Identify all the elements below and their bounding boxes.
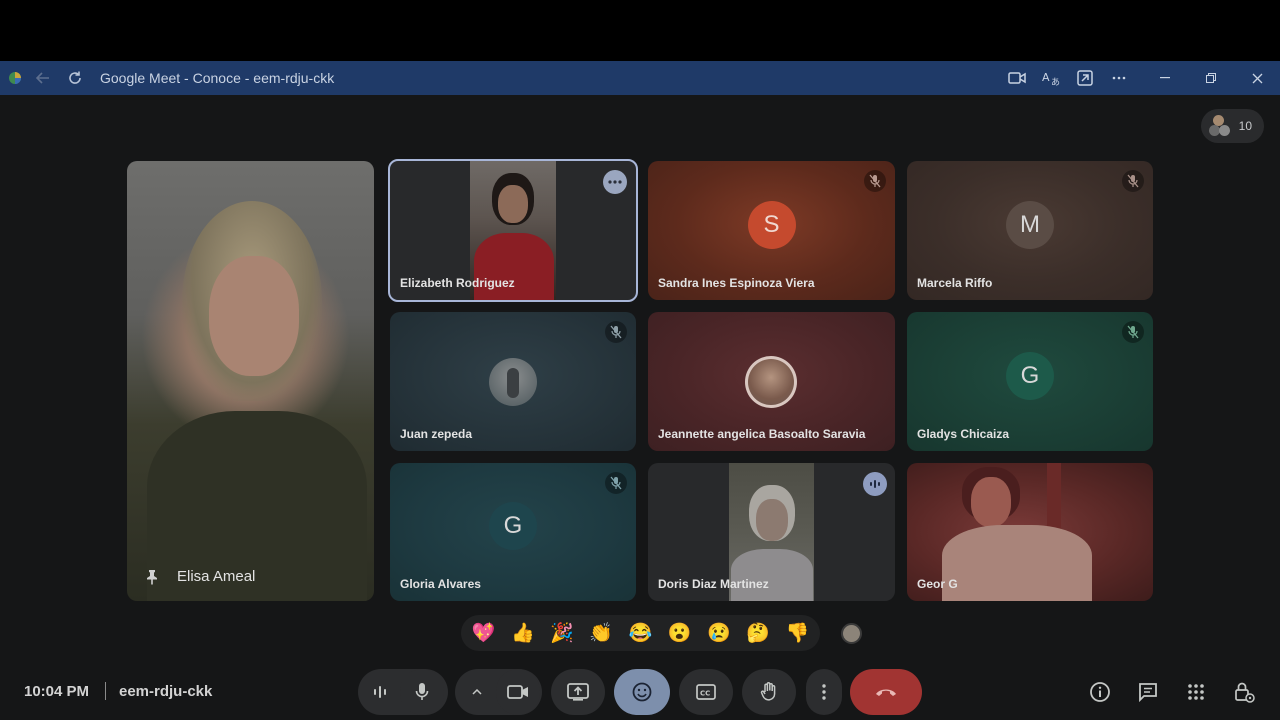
reaction-party[interactable]: 🎉	[545, 618, 578, 648]
camera-button[interactable]	[496, 669, 540, 715]
mic-off-icon	[864, 170, 886, 192]
participant-tile[interactable]: Elizabeth Rodriguez	[388, 159, 638, 302]
reaction-thinking[interactable]: 🤔	[742, 618, 775, 648]
participants-chip[interactable]: 10	[1200, 109, 1264, 143]
back-icon[interactable]	[34, 69, 52, 87]
more-options-button[interactable]	[806, 669, 842, 715]
host-controls-icon[interactable]	[1227, 675, 1261, 709]
titlebar-actions: Aあ	[1000, 61, 1280, 95]
top-letterbox	[0, 0, 1280, 61]
participant-tile[interactable]: Juan zepeda	[390, 312, 636, 451]
svg-text:A: A	[1042, 71, 1050, 84]
translate-icon[interactable]: Aあ	[1042, 69, 1060, 87]
participant-name: Doris Diaz Martinez	[658, 577, 769, 591]
participant-avatar: S	[747, 200, 796, 249]
reaction-thumbs-up[interactable]: 👍	[506, 618, 539, 648]
meeting-details-icon[interactable]	[1083, 675, 1117, 709]
participant-tile[interactable]: Jeannette angelica Basoalto Saravia	[648, 312, 895, 451]
app-icon	[6, 69, 24, 87]
meeting-code: eem-rdju-ckk	[119, 683, 213, 700]
close-button[interactable]	[1234, 61, 1280, 95]
pin-icon[interactable]	[145, 569, 159, 585]
refresh-icon[interactable]	[66, 69, 84, 87]
participant-tile[interactable]: G Gladys Chicaiza	[907, 312, 1153, 451]
participant-name: Juan zepeda	[400, 427, 473, 441]
participant-name: Geor G	[917, 577, 958, 591]
meeting-clock: 10:04 PM	[24, 683, 90, 700]
skin-tone-selector[interactable]	[841, 623, 862, 644]
participant-tile[interactable]: Geor G	[907, 463, 1153, 601]
reaction-heart[interactable]: 💖	[467, 618, 500, 648]
participant-tile[interactable]: Doris Diaz Martinez	[648, 463, 895, 601]
window-title: Google Meet - Conoce - eem-rdju-ckk	[100, 70, 335, 86]
participant-avatar: M	[1006, 200, 1054, 249]
participant-name: Elisa Ameal	[177, 568, 256, 585]
divider	[105, 682, 106, 700]
participant-name: Elizabeth Rodriguez	[400, 276, 515, 290]
screen-cast-icon[interactable]	[1076, 69, 1094, 87]
mic-off-icon	[605, 472, 627, 494]
bottom-control-bar: 10:04 PM eem-rdju-ckk CC	[0, 665, 1280, 720]
more-icon[interactable]	[1110, 69, 1128, 87]
minimize-button[interactable]	[1142, 61, 1188, 95]
audio-active-icon	[863, 472, 887, 496]
reaction-surprised[interactable]: 😮	[663, 618, 696, 648]
participant-count: 10	[1238, 119, 1252, 133]
more-options-icon[interactable]	[603, 170, 627, 194]
participant-avatar	[745, 356, 797, 408]
reaction-bar: 💖 👍 🎉 👏 😂 😮 😢 🤔 👎	[461, 615, 820, 651]
svg-text:CC: CC	[700, 690, 710, 698]
reaction-sad[interactable]: 😢	[702, 618, 735, 648]
reaction-thumbs-down[interactable]: 👎	[781, 618, 814, 648]
participant-avatar: G	[489, 502, 537, 551]
participant-name: Jeannette angelica Basoalto Saravia	[658, 427, 866, 441]
audio-options-button[interactable]	[362, 669, 398, 715]
participant-name: Gloria Alvares	[400, 577, 481, 591]
participant-name: Sandra Ines Espinoza Viera	[658, 276, 815, 290]
window-titlebar: Google Meet - Conoce - eem-rdju-ckk Aあ	[0, 61, 1280, 95]
camera-icon[interactable]	[1008, 69, 1026, 87]
meeting-stage: 10 Elisa Ameal Elizabeth Rodriguez S San…	[0, 95, 1280, 720]
mic-off-icon	[1122, 321, 1144, 343]
participant-tile[interactable]: M Marcela Riffo	[907, 161, 1153, 300]
participant-tile[interactable]: G Gloria Alvares	[390, 463, 636, 601]
participant-avatars-icon	[1208, 115, 1231, 137]
video-options-button[interactable]	[460, 669, 494, 715]
emoji-reactions-button[interactable]	[614, 669, 670, 715]
captions-button[interactable]: CC	[679, 669, 733, 715]
mic-off-icon	[605, 321, 627, 343]
microphone-button[interactable]	[400, 669, 444, 715]
chat-icon[interactable]	[1131, 675, 1165, 709]
participant-avatar: G	[1006, 351, 1054, 400]
activities-icon[interactable]	[1179, 675, 1213, 709]
present-screen-button[interactable]	[551, 669, 605, 715]
main-participant-tile[interactable]: Elisa Ameal	[127, 161, 374, 601]
mic-off-icon	[1122, 170, 1144, 192]
participant-name: Marcela Riffo	[917, 276, 993, 290]
participant-avatar	[489, 358, 537, 406]
restore-button[interactable]	[1188, 61, 1234, 95]
reaction-clap[interactable]: 👏	[585, 618, 618, 648]
end-call-button[interactable]	[850, 669, 922, 715]
raise-hand-button[interactable]	[742, 669, 796, 715]
participant-name: Gladys Chicaiza	[917, 427, 1010, 441]
reaction-laugh[interactable]: 😂	[624, 618, 657, 648]
participant-tile[interactable]: S Sandra Ines Espinoza Viera	[648, 161, 895, 300]
svg-text:あ: あ	[1051, 77, 1060, 86]
